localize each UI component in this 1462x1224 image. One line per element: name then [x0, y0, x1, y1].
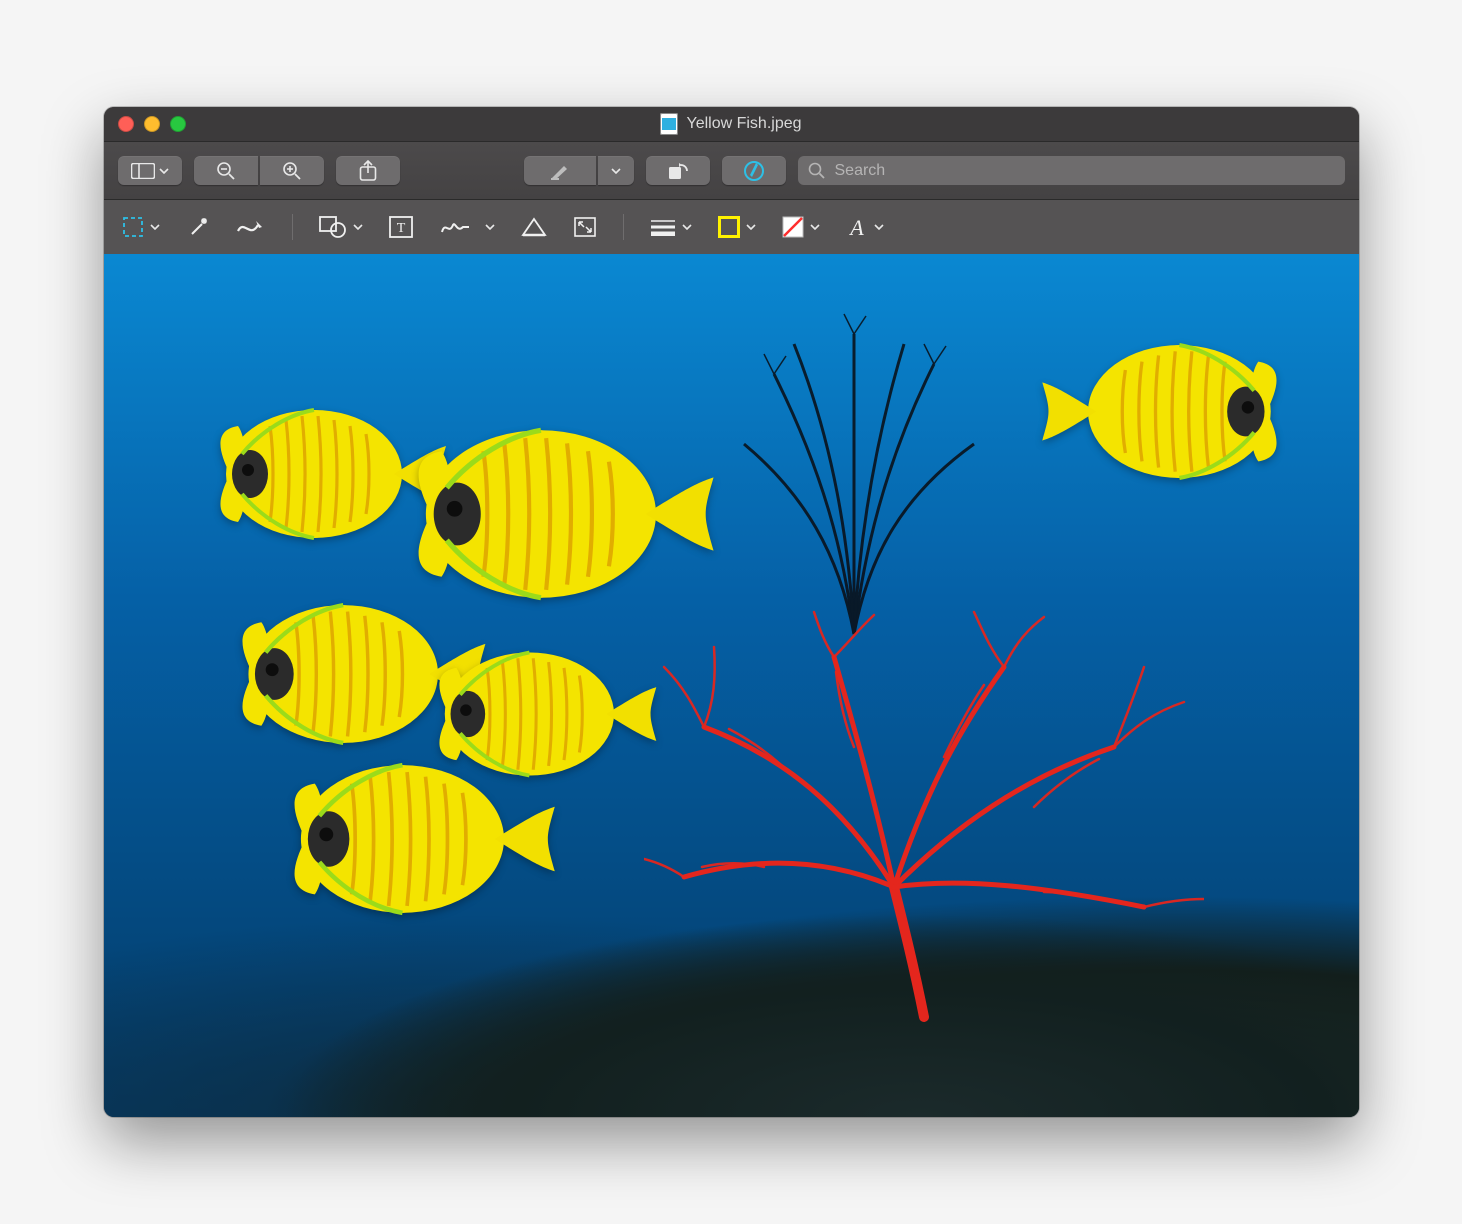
shape-style-tool[interactable]	[650, 212, 692, 242]
sketch-tool[interactable]	[236, 212, 266, 242]
shapes-tool[interactable]	[319, 212, 363, 242]
close-button[interactable]	[118, 116, 134, 132]
line-weight-icon	[650, 218, 676, 236]
chevron-down-icon	[353, 224, 363, 230]
shapes-icon	[319, 216, 347, 238]
jpeg-file-icon	[660, 113, 678, 135]
text-style-tool[interactable]: A	[846, 212, 884, 242]
chevron-down-icon	[874, 224, 884, 230]
sign-tool[interactable]	[439, 212, 495, 242]
window-controls	[118, 116, 186, 132]
yellow-fish-5	[264, 744, 564, 934]
chevron-down-icon	[746, 224, 756, 230]
selection-tool[interactable]	[122, 212, 160, 242]
text-box-icon: T	[389, 216, 413, 238]
selection-rect-icon	[122, 216, 144, 238]
zoom-in-button[interactable]	[260, 156, 324, 185]
markup-toolbar: T A	[104, 200, 1359, 254]
prism-icon	[521, 217, 547, 237]
zoom-out-button[interactable]	[194, 156, 258, 185]
chevron-down-icon	[150, 224, 160, 230]
magic-wand-icon	[186, 216, 210, 238]
window-title: Yellow Fish.jpeg	[104, 113, 1359, 135]
zoom-controls	[194, 156, 324, 185]
chevron-down-icon	[682, 224, 692, 230]
toolbar-divider	[292, 214, 293, 240]
rotate-icon	[667, 161, 689, 181]
rotate-button[interactable]	[646, 156, 710, 185]
highlight-dropdown-button[interactable]	[598, 156, 634, 185]
preview-window: Yellow Fish.jpeg	[104, 107, 1359, 1117]
black-crinoid	[674, 294, 1034, 654]
toolbar-divider	[623, 214, 624, 240]
chevron-down-icon	[611, 168, 621, 174]
sketch-icon	[236, 217, 266, 237]
zoom-in-icon	[282, 161, 302, 181]
svg-text:A: A	[848, 216, 864, 238]
zoom-out-icon	[216, 161, 236, 181]
highlight-button-group	[524, 156, 634, 185]
search-field[interactable]	[798, 156, 1345, 185]
titlebar[interactable]: Yellow Fish.jpeg	[104, 107, 1359, 142]
fullscreen-button[interactable]	[170, 116, 186, 132]
font-style-icon: A	[846, 216, 868, 238]
chevron-down-icon	[810, 224, 820, 230]
red-sea-fan	[644, 607, 1204, 1027]
search-input[interactable]	[833, 161, 1335, 181]
main-toolbar	[104, 142, 1359, 200]
fill-color-swatch-icon	[782, 216, 804, 238]
fill-color-tool[interactable]	[782, 212, 820, 242]
signature-icon	[439, 217, 479, 237]
text-tool[interactable]: T	[389, 212, 413, 242]
share-button[interactable]	[336, 156, 400, 185]
chevron-down-icon	[485, 224, 495, 230]
chevron-down-icon	[159, 168, 169, 174]
highlight-button[interactable]	[524, 156, 596, 185]
svg-text:T: T	[396, 221, 405, 236]
resize-icon	[573, 216, 597, 238]
image-canvas[interactable]	[104, 254, 1359, 1117]
minimize-button[interactable]	[144, 116, 160, 132]
share-icon	[359, 160, 377, 182]
title-text: Yellow Fish.jpeg	[686, 115, 801, 133]
markup-icon	[743, 160, 765, 182]
sidebar-icon	[131, 163, 155, 179]
search-icon	[808, 162, 825, 179]
highlighter-icon	[549, 162, 571, 180]
border-color-swatch-icon	[718, 216, 740, 238]
yellow-fish-6	[1034, 324, 1304, 499]
adjust-size-tool[interactable]	[573, 212, 597, 242]
adjust-color-tool[interactable]	[521, 212, 547, 242]
border-color-tool[interactable]	[718, 212, 756, 242]
sidebar-button[interactable]	[118, 156, 182, 185]
markup-button[interactable]	[722, 156, 786, 185]
instant-alpha-tool[interactable]	[186, 212, 210, 242]
